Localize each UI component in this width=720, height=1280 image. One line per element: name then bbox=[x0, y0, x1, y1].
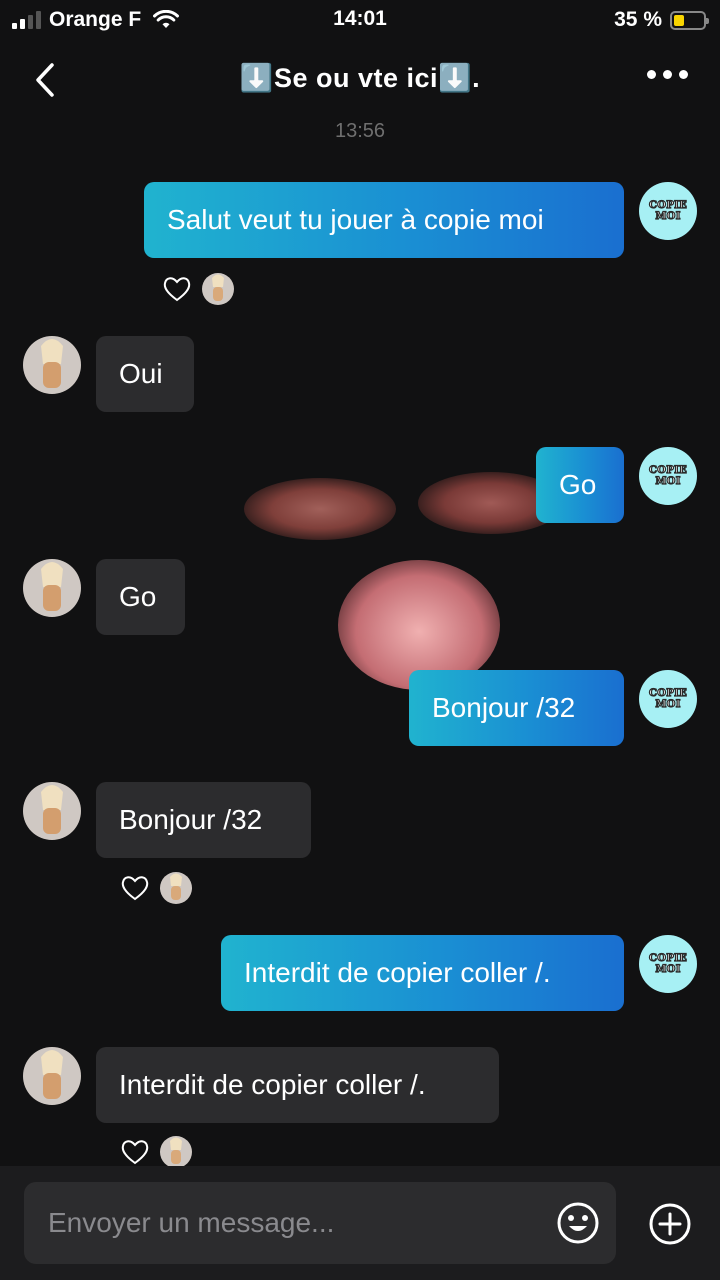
avatar[interactable]: COPIE MOI bbox=[639, 670, 697, 728]
avatar[interactable] bbox=[23, 559, 81, 617]
more-dots-icon[interactable] bbox=[647, 70, 688, 79]
avatar bbox=[160, 872, 192, 904]
emoji-icon[interactable] bbox=[556, 1201, 600, 1245]
outgoing-message[interactable]: Interdit de copier coller /. bbox=[221, 935, 624, 1011]
avatar[interactable] bbox=[23, 336, 81, 394]
plus-circle-icon[interactable] bbox=[648, 1202, 692, 1246]
heart-icon[interactable] bbox=[120, 1138, 150, 1166]
incoming-message[interactable]: Go bbox=[96, 559, 185, 635]
avatar[interactable]: COPIE MOI bbox=[639, 935, 697, 993]
outgoing-message[interactable]: Bonjour /32 bbox=[409, 670, 624, 746]
message-input[interactable]: Envoyer un message... bbox=[24, 1182, 616, 1264]
chat-title[interactable]: ⬇️Se ou vte ici⬇️. bbox=[0, 62, 720, 94]
status-bar: Orange F 14:01 35 % bbox=[0, 0, 720, 44]
incoming-message[interactable]: Oui bbox=[96, 336, 194, 412]
lips-sticker-left bbox=[244, 478, 396, 540]
outgoing-message[interactable]: Salut veut tu jouer à copie moi bbox=[144, 182, 624, 258]
chat-header: ⬇️Se ou vte ici⬇️. bbox=[0, 52, 720, 112]
battery-percent: 35 % bbox=[614, 8, 662, 31]
status-time: 14:01 bbox=[333, 7, 387, 30]
message-composer: Envoyer un message... bbox=[0, 1166, 720, 1280]
avatar bbox=[202, 273, 234, 305]
avatar bbox=[160, 1136, 192, 1168]
battery-icon bbox=[670, 10, 709, 30]
avatar[interactable] bbox=[23, 782, 81, 840]
heart-icon[interactable] bbox=[120, 874, 150, 902]
message-input-placeholder: Envoyer un message... bbox=[48, 1207, 335, 1238]
heart-icon[interactable] bbox=[162, 275, 192, 303]
avatar[interactable]: COPIE MOI bbox=[639, 447, 697, 505]
avatar[interactable]: COPIE MOI bbox=[639, 182, 697, 240]
message-timestamp: 13:56 bbox=[334, 120, 386, 142]
incoming-message[interactable]: Interdit de copier coller /. bbox=[96, 1047, 499, 1123]
outgoing-message[interactable]: Go bbox=[536, 447, 624, 523]
incoming-message[interactable]: Bonjour /32 bbox=[96, 782, 311, 858]
avatar[interactable] bbox=[23, 1047, 81, 1105]
